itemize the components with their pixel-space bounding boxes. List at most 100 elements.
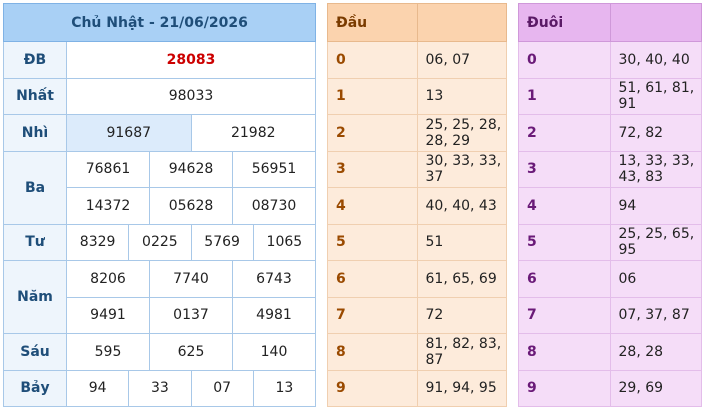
dau-digit: 4: [327, 187, 418, 225]
dau-header-blank: [416, 3, 507, 42]
prize-sau-value: 595: [66, 333, 150, 371]
duoi-digit: 6: [518, 260, 611, 298]
dau-digit: 2: [327, 114, 418, 152]
duoi-row: 7 07, 37, 87: [518, 296, 702, 334]
duoi-numbers: 13, 33, 33, 43, 83: [609, 150, 702, 188]
prize-label-nhi: Nhì: [3, 114, 67, 152]
duoi-digit: 4: [518, 187, 611, 225]
dau-numbers: 91, 94, 95: [416, 369, 507, 407]
dau-row: 9 91, 94, 95: [327, 369, 507, 407]
dau-numbers: 40, 40, 43: [416, 187, 507, 225]
dau-table: Đầu 0 06, 07 1 13 2 25, 25, 28, 28, 29 3 30, 33…: [327, 3, 507, 407]
dau-numbers: 72: [416, 296, 507, 334]
dau-digit: 8: [327, 333, 418, 371]
dau-numbers: 81, 82, 83, 87: [416, 333, 507, 371]
dau-numbers: 61, 65, 69: [416, 260, 507, 298]
duoi-digit: 1: [518, 77, 611, 115]
dau-digit: 3: [327, 150, 418, 188]
duoi-row: 4 94: [518, 187, 702, 225]
dau-row: 2 25, 25, 28, 28, 29: [327, 114, 507, 152]
duoi-row: 8 28, 28: [518, 333, 702, 371]
prize-label-ba: Ba: [3, 150, 67, 225]
dau-digit: 7: [327, 296, 418, 334]
prize-sau-value: 140: [232, 333, 316, 371]
prize-tu-value: 8329: [65, 223, 130, 261]
dau-row: 1 13: [327, 77, 507, 115]
row-sau: Sáu 595 625 140: [3, 333, 316, 371]
dau-numbers: 25, 25, 28, 28, 29: [416, 114, 507, 152]
prize-tu-value: 0225: [128, 223, 192, 261]
dau-numbers: 13: [416, 77, 507, 115]
prize-tu-value: 1065: [252, 223, 317, 261]
duoi-row: 3 13, 33, 33, 43, 83: [518, 150, 702, 188]
prize-bay-value: 33: [128, 369, 192, 407]
prize-label-db: ĐB: [3, 41, 67, 79]
dau-digit: 5: [327, 223, 418, 261]
prize-nhi-value: 21982: [190, 114, 316, 152]
row-nhat: Nhất 98033: [3, 77, 316, 115]
duoi-numbers: 28, 28: [609, 333, 702, 371]
prize-nhi-value: 91687: [66, 114, 192, 152]
prize-bay-value: 07: [190, 369, 254, 407]
dau-row: 8 81, 82, 83, 87: [327, 333, 507, 371]
prize-ba-value: 94628: [149, 150, 233, 188]
prize-label-bay: Bảy: [3, 369, 67, 407]
dau-rows: 0 06, 07 1 13 2 25, 25, 28, 28, 29 3 30, 33, 33…: [327, 41, 507, 407]
duoi-rows: 0 30, 40, 40 1 51, 61, 81, 91 2 72, 82 3 13, 33…: [518, 41, 702, 407]
prize-label-sau: Sáu: [3, 333, 67, 371]
dau-row: 6 61, 65, 69: [327, 260, 507, 298]
dau-digit: 6: [327, 260, 418, 298]
prize-nam-value: 9491: [66, 296, 150, 334]
dau-numbers: 30, 33, 33, 37: [416, 150, 507, 188]
duoi-row: 9 29, 69: [518, 369, 702, 407]
prize-ba-value: 56951: [232, 150, 316, 188]
duoi-digit: 5: [518, 223, 611, 261]
prize-bay-value: 13: [252, 369, 317, 407]
duoi-title: Đuôi: [518, 3, 611, 42]
results-table: Chủ Nhật - 21/06/2026 ĐB 28083 Nhất 9803…: [3, 3, 317, 407]
dau-row: 4 40, 40, 43: [327, 187, 507, 225]
duoi-row: 2 72, 82: [518, 114, 702, 152]
dau-row: 3 30, 33, 33, 37: [327, 150, 507, 188]
duoi-digit: 7: [518, 296, 611, 334]
duoi-row: 6 06: [518, 260, 702, 298]
row-db: ĐB 28083: [3, 41, 316, 79]
dau-row: 0 06, 07: [327, 41, 507, 79]
prize-ba-value: 05628: [149, 187, 233, 225]
row-tu: Tư 8329 0225 5769 1065: [3, 223, 317, 261]
prize-ba-value: 14372: [66, 187, 150, 225]
prize-nam-value: 0137: [149, 296, 233, 334]
prize-label-nhat: Nhất: [3, 77, 67, 115]
duoi-numbers: 07, 37, 87: [609, 296, 702, 334]
duoi-numbers: 06: [609, 260, 702, 298]
duoi-digit: 0: [518, 41, 611, 79]
row-ba: Ba 76861 94628 56951: [3, 150, 316, 225]
duoi-digit: 9: [518, 369, 611, 407]
prize-nam-value: 8206: [66, 260, 150, 298]
prize-bay-value: 94: [65, 369, 130, 407]
dau-row: 5 51: [327, 223, 507, 261]
dau-digit: 0: [327, 41, 418, 79]
duoi-numbers: 72, 82: [609, 114, 702, 152]
prize-nhat-value: 98033: [66, 77, 316, 115]
dau-digit: 9: [327, 369, 418, 407]
duoi-table: Đuôi 0 30, 40, 40 1 51, 61, 81, 91 2 72, 82 3 1…: [518, 3, 702, 407]
dau-title: Đầu: [327, 3, 418, 42]
prize-nam-value: 7740: [149, 260, 233, 298]
row-nam: Năm 8206 7740 6743: [3, 260, 316, 334]
duoi-row: 1 51, 61, 81, 91: [518, 77, 702, 115]
duoi-row: 0 30, 40, 40: [518, 41, 702, 79]
prize-nam-value: 4981: [232, 296, 316, 334]
duoi-numbers: 30, 40, 40: [609, 41, 702, 79]
duoi-digit: 8: [518, 333, 611, 371]
prize-ba-value: 76861: [66, 150, 150, 188]
dau-numbers: 51: [416, 223, 507, 261]
duoi-digit: 3: [518, 150, 611, 188]
duoi-header-blank: [609, 3, 702, 42]
dau-digit: 1: [327, 77, 418, 115]
row-nhi: Nhì 91687 21982: [3, 114, 316, 152]
prize-label-nam: Năm: [3, 260, 67, 334]
prize-nam-value: 6743: [232, 260, 316, 298]
results-title: Chủ Nhật - 21/06/2026: [3, 3, 316, 42]
duoi-digit: 2: [518, 114, 611, 152]
